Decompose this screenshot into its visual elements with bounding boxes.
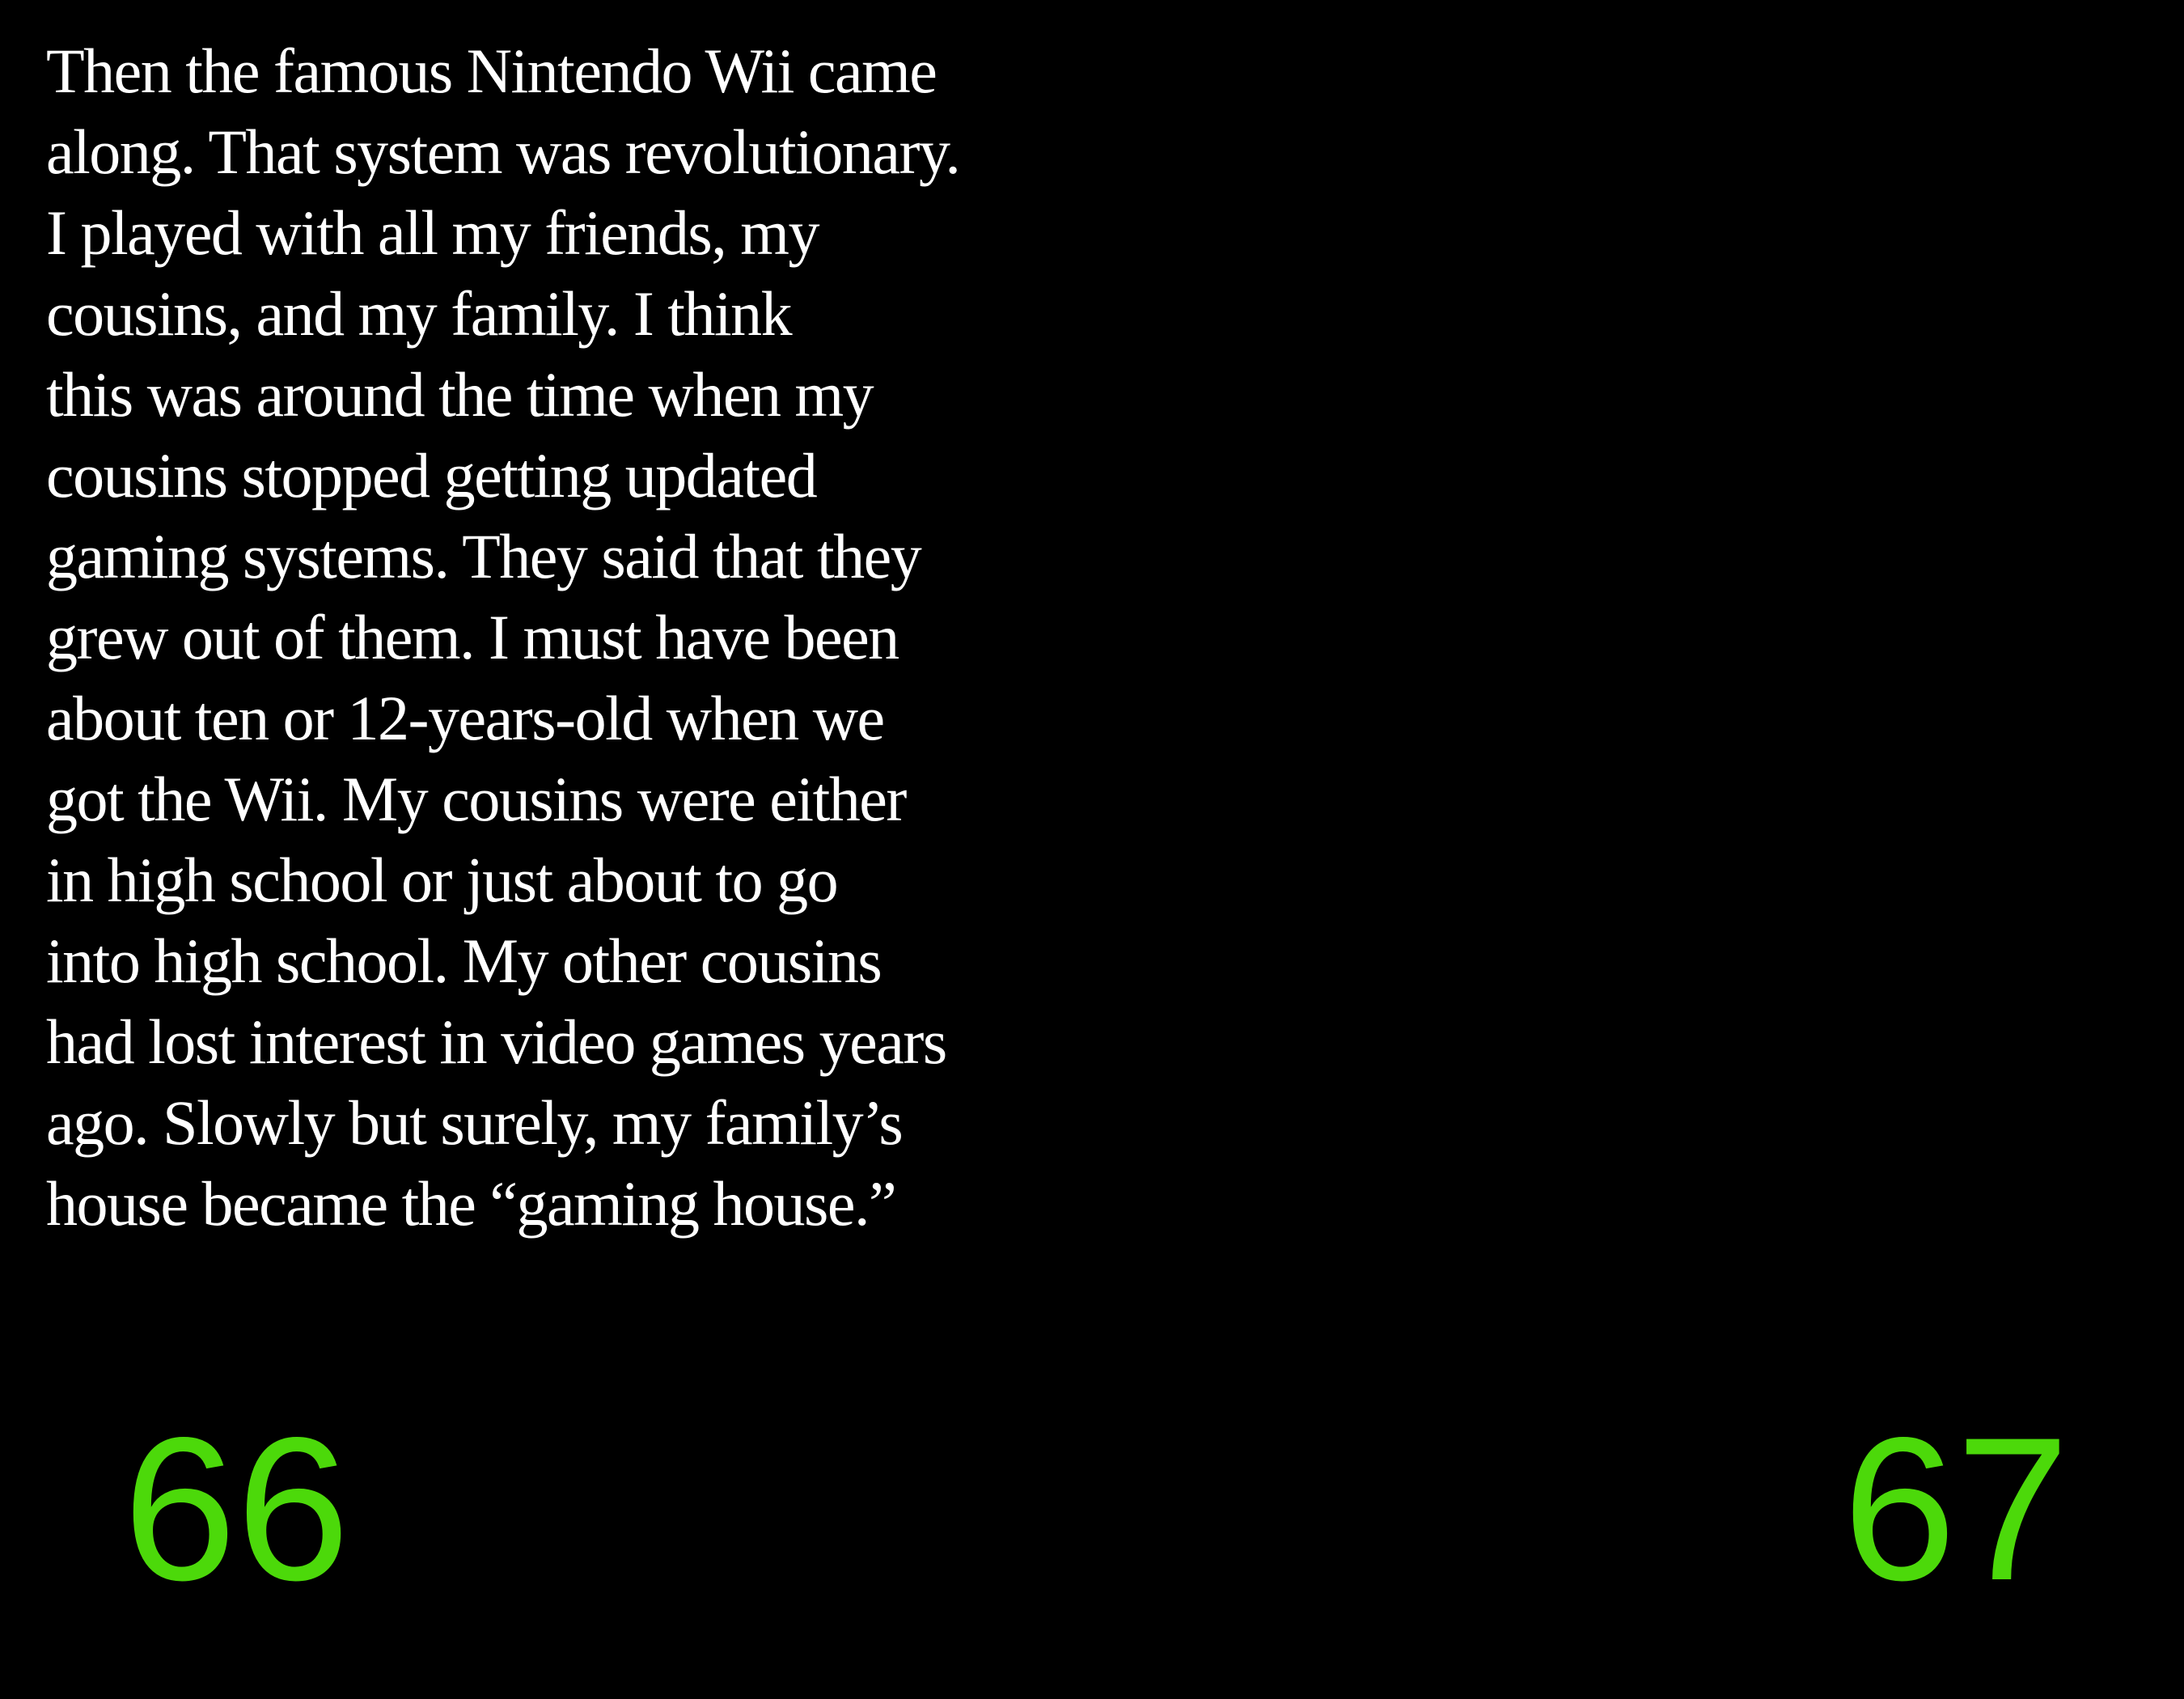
paragraph-line: I played with all my friends, my	[46, 197, 819, 268]
paragraph-line: along. That system was revolutionary.	[46, 117, 961, 187]
paragraph-line: into high school. My other cousins	[46, 926, 882, 996]
paragraph-line: cousins stopped getting updated	[46, 440, 818, 511]
book-spread: Then the famous Nintendo Wii came along.…	[0, 0, 2184, 1699]
paragraph-line: grew out of them. I must have been	[46, 602, 899, 672]
paragraph-line: in high school or just about to go	[46, 845, 839, 915]
page-number-left: 66	[123, 1396, 350, 1623]
paragraph-line: ago. Slowly but surely, my family’s	[46, 1087, 904, 1158]
paragraph-line: Then the famous Nintendo Wii came	[46, 36, 938, 106]
page-number-right: 67	[1843, 1396, 2070, 1623]
paragraph-line: house became the “gaming house.”	[46, 1168, 897, 1239]
paragraph-line: gaming systems. They said that they	[46, 521, 922, 591]
paragraph-line: about ten or 12-years-old when we	[46, 683, 885, 753]
paragraph-line: had lost interest in video games years	[46, 1006, 947, 1077]
paragraph-line: this was around the time when my	[46, 359, 874, 430]
paragraph-line: got the Wii. My cousins were either	[46, 764, 907, 834]
paragraph-line: cousins, and my family. I think	[46, 278, 793, 349]
body-paragraph: Then the famous Nintendo Wii came along.…	[46, 31, 1017, 1244]
